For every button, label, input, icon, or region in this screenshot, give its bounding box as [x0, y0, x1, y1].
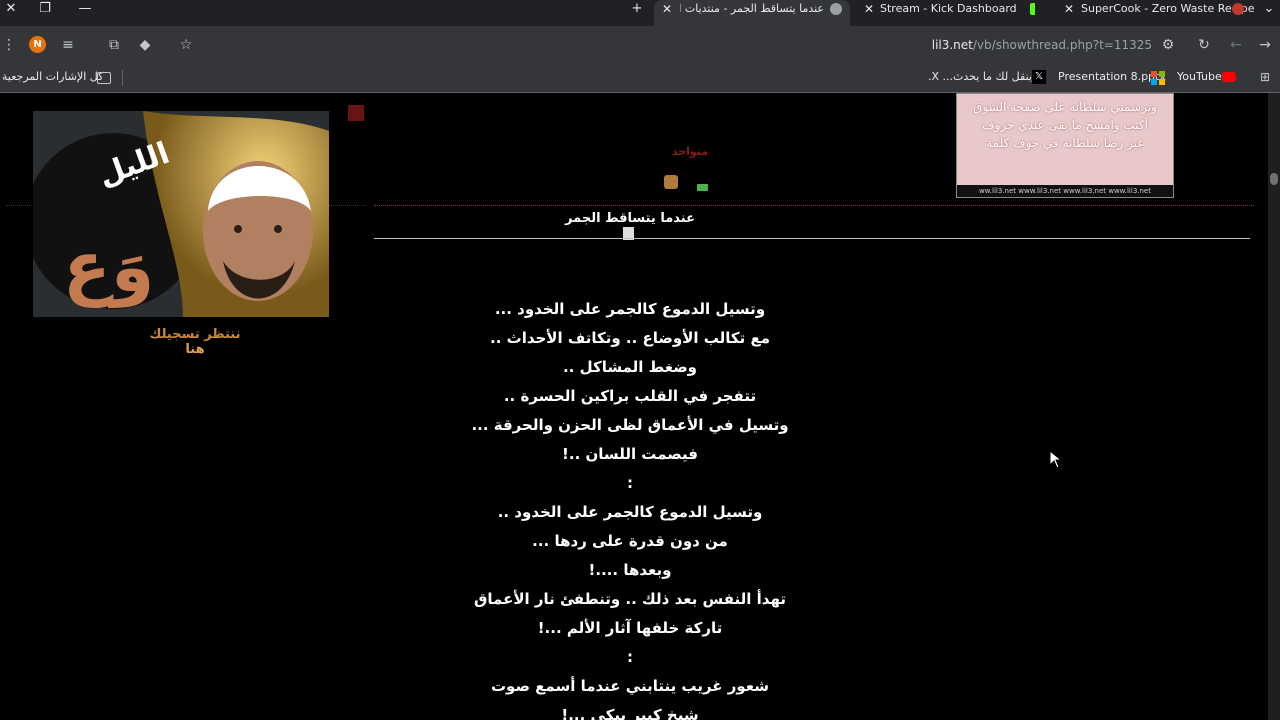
title-rule	[374, 238, 1250, 239]
forward-icon[interactable]: →	[1257, 37, 1273, 53]
tab-bar: ✕ ❐ — + ✕ عندما يتساقط الجمر - منتديات ا…	[0, 0, 1280, 26]
tab-search-icon[interactable]: ⌄	[1258, 0, 1280, 22]
restore-window-icon[interactable]: ❐	[34, 0, 56, 22]
post-title: عندما يتساقط الجمر	[560, 211, 700, 241]
bookmarks-bar: كل الإشارات المرجعية ينقل لك ما يحدث... …	[0, 64, 1280, 93]
user-status-icon	[664, 175, 678, 189]
join-prompt-text: ننتظر تسجيلك	[149, 327, 241, 342]
post-body: وتسيل الدموع كالجمر على الخدود ... مع تك…	[430, 295, 830, 720]
tab-title: SuperCook - Zero Waste Recipe	[1081, 2, 1255, 15]
post-title-text: عندما يتساقط الجمر	[565, 211, 695, 226]
signature-banner: وترسمني سلطانه على صفحة الشوق أكتب وامسح…	[956, 93, 1174, 198]
page-scrollbar[interactable]	[1268, 93, 1280, 720]
poem-line: وضغط المشاكل ..	[562, 358, 698, 376]
tab-title: عندما يتساقط الجمر - منتديات الل	[680, 2, 824, 15]
globe-icon	[830, 3, 842, 15]
online-status: متواجد	[671, 145, 709, 158]
tab-active[interactable]: ✕ عندما يتساقط الجمر - منتديات الل	[654, 0, 850, 26]
new-tab-icon[interactable]: +	[626, 0, 648, 22]
banner-line: غير رضا سلطانه في جوف كلمة	[986, 136, 1144, 150]
minimize-window-icon[interactable]: —	[74, 0, 96, 22]
poem-line: شيخ كبير يبكي ...!	[561, 706, 699, 720]
join-link[interactable]: هنا	[185, 342, 204, 357]
banner-footer: ww.lil3.net www.lil3.net www.lil3.net ww…	[957, 185, 1173, 197]
poem-line: :	[627, 474, 633, 492]
folder-icon	[97, 72, 111, 84]
poem-line: مع تكالب الأوضاع .. وتكاتف الأحداث ..	[490, 329, 770, 347]
site-settings-icon[interactable]: ⚙	[1160, 37, 1176, 53]
flag-icon	[697, 184, 708, 191]
bookmarks-divider	[122, 70, 123, 86]
poem-line: وبعدها ....!	[588, 561, 672, 579]
svg-text:وَع: وَع	[63, 226, 154, 308]
diamond-icon[interactable]: ◆	[138, 37, 152, 53]
extensions-icon[interactable]: ⧉	[106, 37, 122, 53]
microsoft-icon	[1151, 70, 1165, 85]
close-tab-icon[interactable]: ✕	[662, 0, 672, 18]
url-path: /vb/showthread.php?t=11325	[972, 38, 1152, 52]
youtube-icon	[1222, 72, 1236, 82]
user-avatar-image: الليل وَع	[33, 111, 329, 317]
reload-icon[interactable]: ↻	[1196, 37, 1212, 53]
tab-supercook[interactable]: ✕ SuperCook - Zero Waste Recipe	[1060, 0, 1260, 26]
media-icon[interactable]: ≡	[60, 37, 76, 53]
poem-line: شعور غريب ينتابني عندما أسمع صوت	[490, 677, 770, 695]
banner-line: وترسمني سلطانه على صفحة الشوق	[973, 100, 1157, 114]
scroll-thumb[interactable]	[1270, 173, 1278, 185]
poem-line: فيصمت اللسان ..!	[562, 445, 698, 463]
back-icon[interactable]: ←	[1228, 37, 1244, 53]
close-window-icon[interactable]: ✕	[0, 0, 22, 22]
kick-icon	[1030, 3, 1035, 15]
poem-line: تهدأ النفس بعد ذلك .. وتنطفئ نار الأعماق	[473, 590, 787, 608]
all-bookmarks-label[interactable]: كل الإشارات المرجعية	[2, 70, 103, 83]
tab-kick[interactable]: ✕ Stream - Kick Dashboard	[860, 0, 1035, 26]
bookmark-star-icon[interactable]: ☆	[178, 37, 194, 53]
address-bar[interactable]: lil3.net/vb/showthread.php?t=11325	[932, 38, 1152, 52]
page-content: الليل وَع ننتظر تسجيلك هنا متواجد وترسمن…	[0, 93, 1280, 720]
x-icon: 𝕏	[1032, 70, 1046, 84]
supercook-icon	[1232, 3, 1244, 15]
tab-title: Stream - Kick Dashboard	[880, 2, 1017, 15]
url-host: lil3.net	[931, 38, 973, 52]
poem-line: من دون قدرة على ردها ...	[532, 532, 728, 550]
bookmark-youtube[interactable]: YouTube	[1177, 70, 1222, 83]
profile-avatar[interactable]: N	[29, 36, 46, 53]
poem-line: تاركة خلفها آثار الألم ...!	[537, 619, 723, 637]
poem-line: وتسيل الدموع كالجمر على الخدود ..	[497, 503, 763, 521]
close-tab-icon[interactable]: ✕	[1064, 0, 1074, 18]
toolbar: ⋮ N ≡ ⧉ ◆ ☆ lil3.net/vb/showthread.php?t…	[0, 26, 1280, 64]
poem-line: وتسيل في الأعماق لظى الحزن والحرقة ...	[471, 416, 789, 434]
decoration-icon	[348, 105, 364, 121]
join-prompt: ننتظر تسجيلك هنا	[140, 327, 250, 357]
banner-text: وترسمني سلطانه على صفحة الشوق أكتب وامسح…	[957, 98, 1173, 152]
mouse-cursor-icon	[1050, 451, 1062, 469]
bookmark-presentation[interactable]: Presentation 8.pptx	[1058, 70, 1166, 83]
poem-line: وتسيل الدموع كالجمر على الخدود ...	[494, 300, 766, 318]
banner-line: أكتب وامسح ما بقى عندي حروف	[982, 118, 1148, 132]
poem-line: :	[627, 648, 633, 666]
close-tab-icon[interactable]: ✕	[864, 0, 874, 18]
bookmark-x[interactable]: ينقل لك ما يحدث... X.	[928, 70, 1032, 83]
apps-grid-icon[interactable]: ⊞	[1260, 70, 1274, 84]
menu-icon[interactable]: ⋮	[2, 37, 16, 53]
post-divider	[374, 205, 1254, 206]
poem-line: تتفجر في القلب براكين الحسرة ..	[503, 387, 757, 405]
